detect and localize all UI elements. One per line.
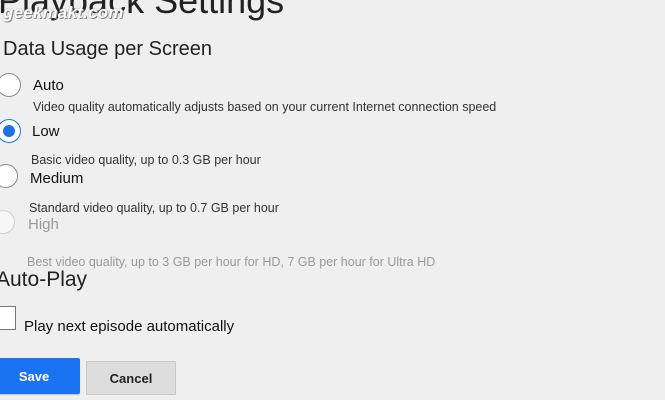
option-desc-high: Best video quality, up to 3 GB per hour … [27, 255, 436, 269]
option-label-low: Low [32, 123, 60, 140]
radio-auto[interactable] [0, 73, 21, 97]
option-label-high: High [28, 216, 59, 233]
option-desc-low: Basic video quality, up to 0.3 GB per ho… [31, 153, 261, 167]
autoplay-checkbox[interactable] [0, 306, 16, 330]
autoplay-checkbox-label[interactable]: Play next episode automatically [24, 318, 234, 335]
watermark-logo: geekmakt.com [3, 3, 124, 22]
option-label-auto: Auto [33, 77, 64, 94]
radio-medium[interactable] [0, 164, 18, 188]
radio-low[interactable] [0, 119, 21, 143]
save-button[interactable]: Save [0, 358, 80, 394]
option-desc-medium: Standard video quality, up to 0.7 GB per… [29, 201, 279, 215]
cancel-button[interactable]: Cancel [86, 361, 176, 395]
option-desc-auto: Video quality automatically adjusts base… [33, 100, 497, 114]
data-usage-heading: Data Usage per Screen [3, 38, 213, 60]
autoplay-heading: Auto-Play [0, 268, 88, 291]
option-label-medium: Medium [30, 170, 84, 187]
radio-high [0, 210, 15, 234]
